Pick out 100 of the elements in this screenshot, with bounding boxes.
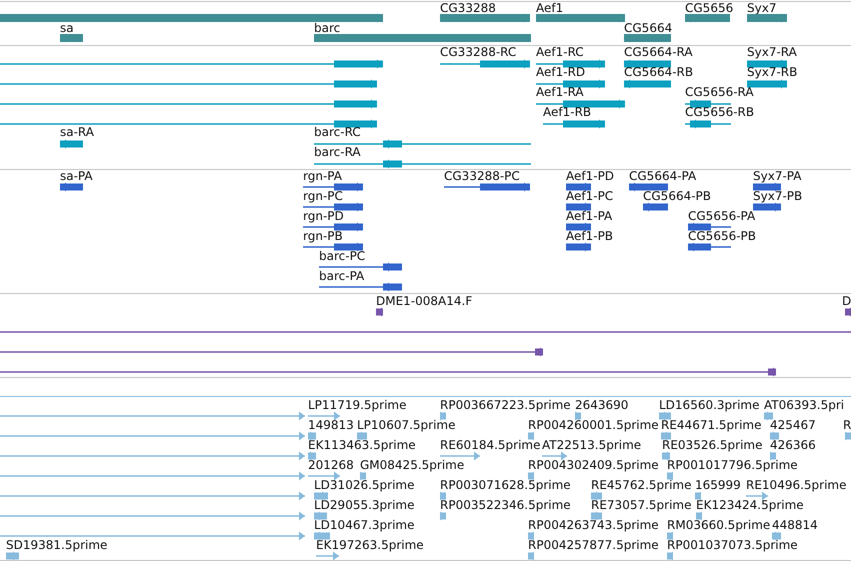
feature-label: Aef1-PA	[566, 210, 612, 223]
feature-label: RE45762.5prime	[591, 479, 692, 492]
feature-label: barc-PC	[319, 250, 366, 263]
feature-label: Aef1-PC	[566, 190, 614, 203]
feature-label: RP004260001.5prime	[528, 419, 659, 432]
feature-label: barc-PA	[319, 270, 364, 283]
feature-glyph[interactable]	[528, 531, 534, 541]
feature-label: 149813	[308, 419, 354, 432]
feature-label: Aef1	[536, 2, 564, 15]
feature-label: sa	[60, 22, 74, 35]
feature-glyph[interactable]	[688, 222, 731, 232]
feature-glyph[interactable]	[667, 531, 673, 541]
feature-label: Aef1-RA	[536, 86, 584, 99]
feature-label: barc-RC	[314, 126, 361, 139]
feature-label: RP003071628.5prime	[440, 479, 571, 492]
feature-label: RP001017796.5prime	[667, 459, 798, 472]
feature-label: Syx7	[747, 2, 776, 15]
feature-label: Syx7-RA	[747, 46, 797, 59]
feature-label: RP001037073.5prime	[667, 539, 798, 552]
feature-glyph[interactable]	[747, 59, 787, 69]
feature-label: RE03526.5prime	[662, 439, 762, 452]
feature-label: Aef1-RB	[543, 106, 592, 119]
feature-label: CG33288-RC	[440, 46, 516, 59]
feature-label: AT22513.5prime	[542, 439, 642, 452]
feature-label: CG5656	[685, 2, 734, 15]
feature-label: GM08425.5prime	[360, 459, 464, 472]
feature-label: DME1-008A14.F	[376, 295, 472, 308]
feature-label: LP11719.5prime	[308, 399, 407, 412]
feature-label: 2643690	[575, 399, 628, 412]
feature-label: Syx7-RB	[747, 66, 798, 79]
feature-label: RE10496.5prime	[746, 479, 846, 492]
feature-label: CG5664	[624, 22, 672, 35]
feature-label: RP004257877.5prime	[528, 539, 659, 552]
feature-label: AT06393.5pri	[764, 399, 844, 412]
feature-label: CG5664-PA	[629, 170, 696, 183]
feature-label: CG5656-RA	[685, 86, 754, 99]
feature-label: Syx7-PA	[753, 170, 802, 183]
feature-label: EK197263.5prime	[316, 539, 424, 552]
feature-glyph[interactable]	[753, 182, 781, 192]
feature-glyph[interactable]	[575, 411, 581, 421]
feature-label: barc-RA	[314, 146, 361, 159]
feature-label: 201268	[308, 459, 354, 472]
feature-label: 425467	[770, 419, 816, 432]
feature-label: Syx7-PB	[753, 190, 802, 203]
feature-label: CG5656-PB	[688, 230, 756, 243]
feature-label: RE44671.5prime	[661, 419, 762, 432]
feature-label: rgn-PC	[303, 190, 343, 203]
feature-glyph[interactable]	[357, 431, 367, 441]
feature-label: sa-PA	[60, 170, 93, 183]
feature-glyph[interactable]	[629, 182, 668, 192]
feature-label: RP004302409.5prime	[528, 459, 659, 472]
feature-label: CG5656-PA	[688, 210, 756, 223]
feature-label: barc	[314, 22, 340, 35]
feature-label: LD16560.3prime	[659, 399, 760, 412]
feature-label: CG33288-PC	[444, 170, 520, 183]
feature-label: rgn-PA	[303, 170, 342, 183]
feature-label: RE73057.5prime	[591, 499, 692, 512]
feature-label: RE60184.5prime	[440, 439, 540, 452]
feature-label: CG33288	[440, 2, 496, 15]
feature-glyph[interactable]	[314, 531, 330, 541]
feature-glyph[interactable]	[685, 99, 731, 109]
feature-label: 426366	[770, 439, 816, 452]
feature-label: Aef1-RD	[536, 66, 586, 79]
feature-label: Aef1-RC	[536, 46, 584, 59]
feature-label: 448814	[772, 519, 818, 532]
feature-glyph[interactable]	[308, 411, 340, 421]
feature-label: rgn-PD	[303, 210, 344, 223]
feature-label: EK123424.5prime	[696, 499, 804, 512]
feature-glyph[interactable]	[591, 491, 602, 501]
feature-label: RP004263743.5prime	[528, 519, 659, 532]
feature-label: rgn-PB	[303, 230, 343, 243]
feature-glyph[interactable]	[314, 511, 327, 521]
feature-label: RP003667223.5prime	[440, 399, 571, 412]
feature-label: CG5664-PB	[643, 190, 712, 203]
feature-glyph[interactable]	[308, 431, 316, 441]
feature-glyph[interactable]	[624, 59, 671, 69]
feature-glyph[interactable]	[314, 491, 328, 501]
feature-label: SD19381.5prime	[6, 539, 108, 552]
feature-glyph[interactable]	[528, 471, 534, 481]
feature-label: sa-RA	[60, 126, 94, 139]
feature-glyph[interactable]	[440, 491, 446, 501]
feature-glyph[interactable]	[696, 511, 702, 521]
feature-label: R	[843, 419, 851, 432]
feature-label: CG5664-RA	[624, 46, 693, 59]
feature-label: D	[842, 295, 851, 308]
feature-label: LD29055.3prime	[314, 499, 415, 512]
feature-glyph[interactable]	[695, 491, 701, 501]
feature-label: LD31026.5prime	[314, 479, 415, 492]
feature-label: CG5664-RB	[624, 66, 694, 79]
feature-glyph[interactable]	[308, 451, 316, 461]
feature-label: RM03660.5prime	[667, 519, 770, 532]
feature-label: 165999	[695, 479, 741, 492]
feature-label: Aef1-PB	[566, 230, 614, 243]
feature-label: RP003522346.5prime	[440, 499, 571, 512]
feature-label: Aef1-PD	[566, 170, 614, 183]
feature-glyph[interactable]	[591, 511, 602, 521]
feature-label: EK113463.5prime	[308, 439, 416, 452]
feature-label: CG5656-RB	[685, 106, 754, 119]
feature-label: LP10607.5prime	[357, 419, 456, 432]
feature-glyph[interactable]	[360, 471, 366, 481]
